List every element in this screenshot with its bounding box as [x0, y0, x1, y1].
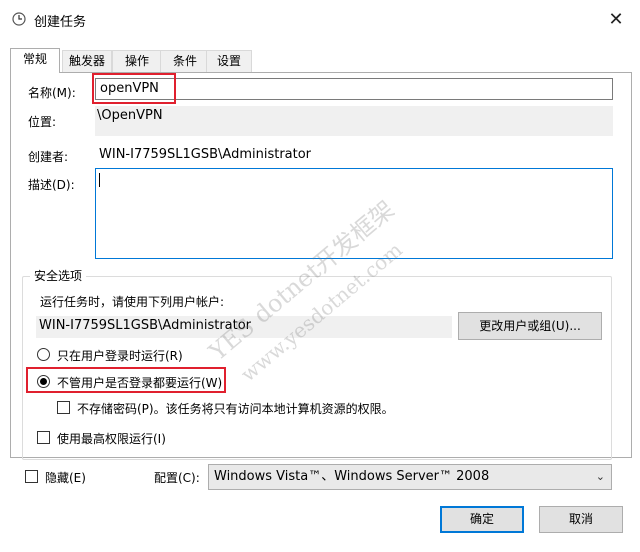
do-not-store-password-checkbox[interactable]: [57, 401, 70, 414]
window-title: 创建任务: [34, 15, 87, 30]
tab-general[interactable]: 常规: [10, 48, 60, 73]
configure-select[interactable]: Windows Vista™、Windows Server™ 2008 ⌄: [208, 464, 612, 490]
author-label: 创建者:: [28, 150, 69, 164]
security-group-title: 安全选项: [30, 267, 87, 284]
close-icon[interactable]: ✕: [596, 6, 636, 34]
tab-actions[interactable]: 操作: [112, 50, 162, 72]
text-caret: [99, 173, 100, 187]
run-as-user-value: WIN-I7759SL1GSB\Administrator: [36, 316, 452, 338]
radio-logged-on-label[interactable]: 只在用户登录时运行(R): [57, 347, 183, 364]
tab-triggers[interactable]: 触发器: [62, 50, 112, 72]
hidden-checkbox[interactable]: [25, 470, 38, 483]
change-user-button[interactable]: 更改用户或组(U)...: [458, 312, 602, 340]
tab-settings[interactable]: 设置: [206, 50, 252, 72]
hidden-label[interactable]: 隐藏(E): [45, 469, 86, 486]
highest-privileges-checkbox[interactable]: [37, 431, 50, 444]
configure-selected-value: Windows Vista™、Windows Server™ 2008: [214, 469, 490, 484]
run-as-label: 运行任务时，请使用下列用户帐户:: [40, 295, 225, 309]
cancel-button[interactable]: 取消: [539, 506, 623, 533]
description-input[interactable]: [95, 168, 613, 259]
description-label: 描述(D):: [28, 178, 75, 192]
configure-label: 配置(C):: [154, 471, 200, 485]
title-bar: 创建任务 ✕: [0, 0, 640, 40]
location-value: \OpenVPN: [95, 106, 613, 136]
radio-logged-on-only[interactable]: [37, 348, 50, 361]
highest-privileges-label[interactable]: 使用最高权限运行(I): [57, 430, 166, 447]
highlight-box-name: [92, 73, 176, 104]
highlight-box-run-option: [26, 367, 226, 393]
name-label: 名称(M):: [28, 86, 76, 100]
do-not-store-password-label[interactable]: 不存储密码(P)。该任务将只有访问本地计算机资源的权限。: [77, 400, 394, 417]
tab-strip: 常规 触发器 操作 条件 设置: [10, 48, 630, 73]
author-value: WIN-I7759SL1GSB\Administrator: [99, 147, 312, 162]
ok-button[interactable]: 确定: [440, 506, 524, 533]
location-label: 位置:: [28, 115, 57, 129]
task-clock-icon: [12, 12, 26, 26]
tab-conditions[interactable]: 条件: [160, 50, 210, 72]
chevron-down-icon: ⌄: [595, 470, 605, 483]
